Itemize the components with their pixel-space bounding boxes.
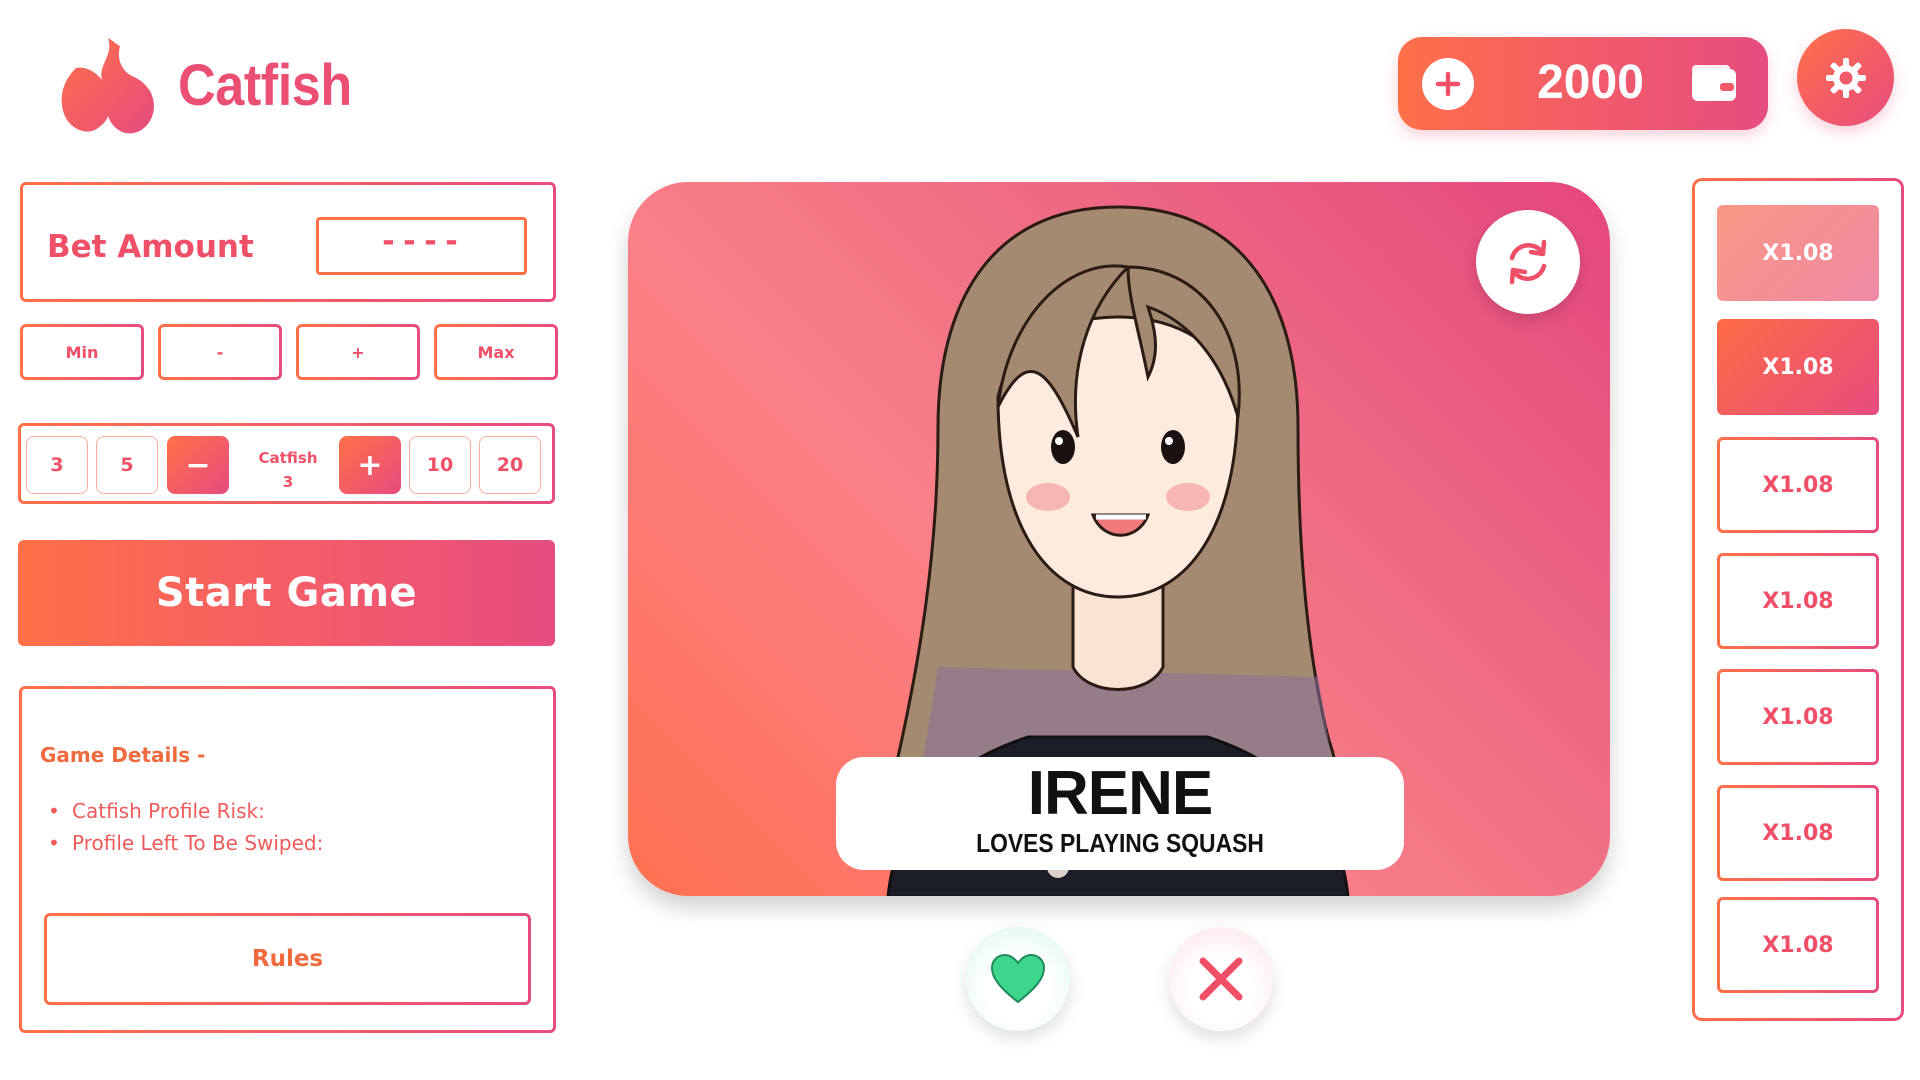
wallet-icon[interactable]: [1690, 63, 1740, 105]
plus-icon: [1435, 71, 1461, 97]
rules-button[interactable]: Rules: [44, 913, 531, 1005]
bet-amount-label: Bet Amount: [47, 229, 254, 265]
heart-icon: [990, 954, 1046, 1004]
close-icon: [1199, 957, 1243, 1001]
wallet-balance: 2000: [1398, 37, 1768, 130]
multiplier-step-2: X1.08: [1717, 319, 1879, 415]
gear-icon: [1825, 57, 1866, 98]
profile-card[interactable]: IRENE LOVES PLAYING SQUASH: [628, 182, 1610, 896]
bet-decrease-button[interactable]: -: [158, 324, 282, 380]
multiplier-ladder: X1.08 X1.08 X1.08 X1.08 X1.08 X1.08 X1.0…: [1692, 178, 1904, 1021]
catfish-count-picker: 3 5 − Catfish 3 + 10 20: [18, 423, 555, 504]
settings-button[interactable]: [1797, 29, 1894, 126]
profile-nameplate: IRENE LOVES PLAYING SQUASH: [836, 757, 1404, 870]
game-details-panel: Game Details - Catfish Profile Risk: Pro…: [19, 686, 556, 1033]
multiplier-step-6: X1.08: [1717, 785, 1879, 881]
profile-tagline: LOVES PLAYING SQUASH: [976, 828, 1264, 858]
like-button[interactable]: [966, 927, 1070, 1031]
add-funds-button[interactable]: [1422, 58, 1474, 110]
refresh-icon: [1509, 239, 1547, 285]
catfish-option-5[interactable]: 5: [96, 436, 158, 494]
catfish-option-10[interactable]: 10: [409, 436, 471, 494]
game-details-title: Game Details -: [40, 743, 206, 767]
multiplier-step-5: X1.08: [1717, 669, 1879, 765]
game-details-list: Catfish Profile Risk: Profile Left To Be…: [48, 795, 323, 859]
bet-increase-button[interactable]: +: [296, 324, 420, 380]
bet-max-button[interactable]: Max: [434, 324, 558, 380]
bet-min-button[interactable]: Min: [20, 324, 144, 380]
catfish-decrement-button[interactable]: −: [167, 436, 229, 494]
start-game-button[interactable]: Start Game: [18, 540, 555, 646]
logo-flame-icon: [61, 38, 154, 134]
catfish-count-label: Catfish: [258, 449, 318, 467]
detail-profiles-left: Profile Left To Be Swiped:: [48, 827, 323, 859]
multiplier-step-7: X1.08: [1717, 897, 1879, 993]
app-title: Catfish: [178, 53, 352, 118]
detail-catfish-risk: Catfish Profile Risk:: [48, 795, 323, 827]
nope-button[interactable]: [1169, 927, 1273, 1031]
catfish-option-3[interactable]: 3: [26, 436, 88, 494]
catfish-increment-button[interactable]: +: [339, 436, 401, 494]
catfish-count-display: Catfish 3: [249, 446, 327, 494]
refresh-profile-button[interactable]: [1476, 210, 1580, 314]
catfish-count-value: 3: [282, 473, 294, 491]
multiplier-step-4: X1.08: [1717, 553, 1879, 649]
multiplier-step-1: X1.08: [1717, 205, 1879, 301]
profile-name: IRENE: [1027, 759, 1213, 828]
bet-amount-input[interactable]: ----: [316, 217, 527, 275]
balance-amount: 2000: [1537, 56, 1644, 109]
bet-amount-panel: Bet Amount ----: [20, 182, 556, 302]
multiplier-step-3: X1.08: [1717, 437, 1879, 533]
catfish-option-20[interactable]: 20: [479, 436, 541, 494]
